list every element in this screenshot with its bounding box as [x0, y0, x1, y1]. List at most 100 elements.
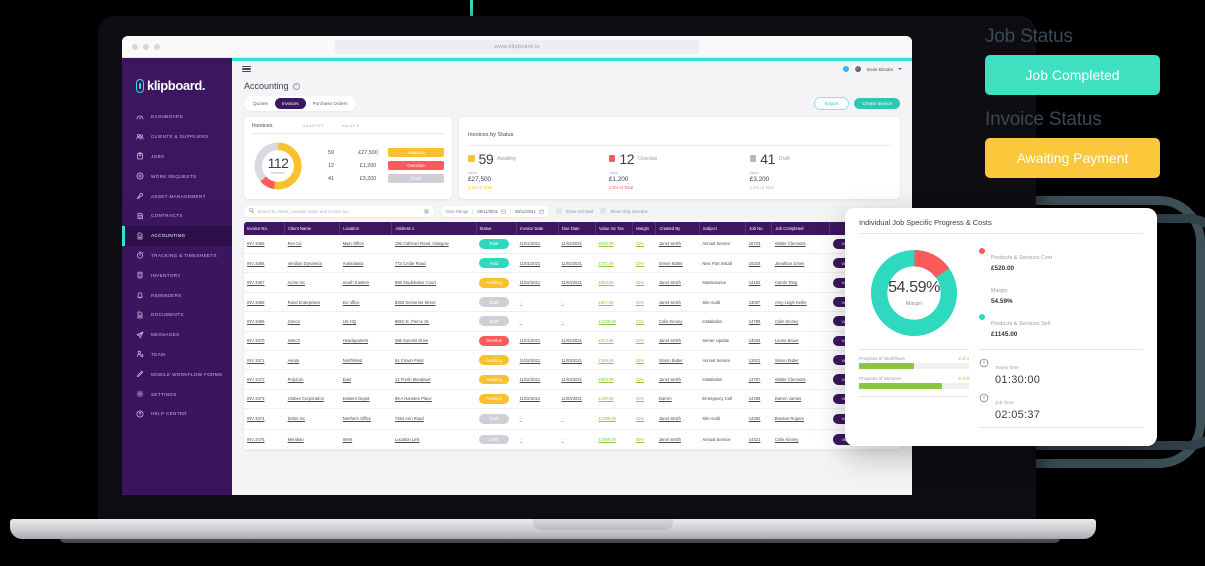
sidebar-item-accounting[interactable]: ACCOUNTING — [122, 225, 232, 246]
time-section: Travel Time 01:30:00 Job Time 02:05:37 — [979, 348, 1143, 434]
cell-location: US HQ — [339, 311, 392, 332]
search-input[interactable]: Search by Client, Location Name and Invo… — [244, 205, 434, 217]
tab-purchase-orders[interactable]: Purchase Orders — [306, 98, 355, 109]
header-buttons: Export Create Invoice — [814, 97, 900, 110]
avatar[interactable] — [853, 65, 862, 73]
cell-invoice-date: 11/01/2021 — [516, 253, 559, 274]
invoices-total-label: Invoices — [271, 171, 285, 176]
sidebar-item-label: REMINDERS — [151, 292, 182, 298]
cell-subject: Site Audit — [699, 408, 746, 430]
table-column-header[interactable]: Job No. — [745, 221, 773, 235]
sidebar-item-tracking-timesheets[interactable]: TRACKING & TIMESHEETS — [122, 246, 232, 266]
show-archived-checkbox[interactable]: Show Archived — [555, 208, 593, 215]
table-row[interactable]: INV 3471 Aviato NorthWest 54 Crown Point Awa… — [244, 350, 900, 371]
sidebar-item-settings[interactable]: SETTINGS — [122, 384, 232, 404]
sidebar-item-dashboard[interactable]: DASHBOARD — [122, 107, 232, 127]
table-column-header[interactable]: Due Date — [558, 221, 596, 235]
date-to[interactable]: 09/11/2021 — [510, 208, 544, 214]
status-color-swatch — [749, 155, 757, 162]
table-row[interactable]: INV 3466 Veridian Dynamics Australasia 773 … — [244, 253, 900, 274]
cell-client-name: PolyCon — [284, 369, 340, 390]
invoices-table-wrap: Invoice No. Client Name Location Address 1S… — [244, 221, 900, 451]
cell-invoice-no: INV 3470 — [244, 331, 285, 351]
cell-job-no: 15315 — [745, 253, 772, 274]
table-row[interactable]: INV 3468 Rand Enterprises EU office 8393 So… — [244, 292, 900, 313]
table-column-header[interactable]: Location — [339, 221, 393, 235]
sidebar-item-label: DOCUMENTS — [151, 312, 184, 318]
table-row[interactable]: INV 3472 PolyCon East 14 Fresh Meadows Await… — [244, 369, 900, 390]
cell-created-by: Darren — [655, 389, 700, 410]
status-label: Awaiting — [497, 155, 517, 162]
table-column-header[interactable]: Created By — [655, 221, 700, 235]
table-row[interactable]: INV 3469 Genco US HQ 865C E. Pierce St. Draf… — [244, 311, 900, 332]
url-bar[interactable]: www.klipboard.io — [334, 40, 700, 54]
table-column-header[interactable]: Job Completed — [771, 221, 831, 235]
sidebar-item-jobs[interactable]: JOBS — [122, 147, 232, 167]
table-row[interactable]: INV 3473 Globex Corporation Eastern Depot 9… — [244, 389, 900, 410]
show-only-overdue-checkbox[interactable]: Show Only Overdue — [600, 208, 648, 215]
progress-label: Progress of Workflows — [859, 355, 905, 361]
cell-invoice-no: INV 3473 — [244, 389, 285, 410]
table-column-header[interactable]: Margin — [632, 221, 657, 235]
notification-icon[interactable] — [842, 66, 849, 72]
table-column-header[interactable]: Invoice No. — [244, 221, 286, 235]
chevron-down-icon[interactable] — [898, 68, 902, 70]
cell-due-date: 11/02/2021 — [558, 234, 596, 255]
cell-value-inc-tax: £993.99 — [595, 272, 633, 293]
status-percent: 2.5% of Total — [608, 184, 633, 190]
cell-margin: 20% — [632, 292, 656, 313]
status-value: £1,200 — [608, 175, 629, 183]
hamburger-menu-icon[interactable] — [242, 65, 251, 73]
sidebar-item-team[interactable]: TEAM — [122, 345, 232, 365]
sidebar-item-mobile-workflow-forms[interactable]: MOBILE WORKFLOW FORMS — [122, 364, 232, 384]
close-icon[interactable] — [132, 43, 138, 50]
sidebar-item-contracts[interactable]: CONTRACTS — [122, 206, 232, 226]
sidebar-item-reminders[interactable]: REMINDERS — [122, 285, 232, 305]
cell-margin: 20% — [632, 253, 656, 274]
table-column-header[interactable]: Client Name — [284, 221, 341, 235]
cell-invoice-no: INV 3468 — [244, 292, 285, 313]
search-placeholder: Search by Client, Location Name and Invo… — [257, 208, 349, 214]
status-badge: Paid — [479, 258, 509, 269]
minimize-icon[interactable] — [143, 43, 149, 50]
maximize-icon[interactable] — [154, 43, 160, 50]
progress-section: Progress of Workflows 2 of 4 Progress of S… — [859, 348, 969, 434]
info-icon[interactable]: i — [292, 82, 300, 90]
export-button[interactable]: Export — [814, 97, 850, 110]
create-invoice-button[interactable]: Create Invoice — [854, 97, 900, 110]
table-column-header[interactable]: Address 1 — [391, 221, 477, 235]
window-controls[interactable] — [132, 43, 160, 50]
table-column-header[interactable]: Subject — [699, 221, 747, 235]
cell-location: East — [339, 369, 392, 390]
table-row[interactable]: INV 3467 Acme Inc South Eastern 998 Studeba… — [244, 272, 900, 293]
sidebar-item-work-requests[interactable]: WORK REQUESTS — [122, 166, 232, 186]
sidebar-item-inventory[interactable]: INVENTORY — [122, 265, 232, 285]
table-column-header[interactable]: Value Inc Tax — [595, 221, 634, 235]
table-row[interactable]: INV 3470 Initech Headquarters 285 Summit Dr… — [244, 331, 900, 351]
cell-status: Awaiting — [476, 389, 517, 410]
date-range-picker[interactable]: Date Range 09/11/2021 09/11/2021 — [441, 205, 549, 217]
tab-quotes[interactable]: Quotes — [246, 98, 275, 109]
cell-margin: 20% — [632, 369, 656, 390]
sidebar-item-clients-suppliers[interactable]: CLIENTS & SUPPLIERS — [122, 127, 232, 147]
sidebar-item-documents[interactable]: DOCUMENTS — [122, 305, 232, 325]
sidebar-item-asset-management[interactable]: ASSET MANAGEMENT — [122, 186, 232, 206]
cell-invoice-no: INV 3469 — [244, 311, 285, 332]
brand-logo[interactable]: klipboard. — [122, 68, 232, 107]
table-row[interactable]: INV 3465 Rev Co Main Office 196 Cathcart Ro… — [244, 234, 900, 255]
cell-value-inc-tax: £907.99 — [595, 292, 633, 313]
legend-value: £3,200 — [359, 175, 377, 182]
sidebar-item-messages[interactable]: MESSAGES — [122, 325, 232, 345]
table-row[interactable]: INV 3475 Meridian West Location Link Draft – –… — [244, 429, 900, 451]
table-row[interactable]: INV 3474 Delos Inc Northern Office 7484 Ann… — [244, 408, 900, 430]
time-value: 01:30:00 — [995, 373, 1041, 386]
date-from[interactable]: 09/11/2021 — [472, 208, 506, 214]
cell-client-name: Meridian — [284, 429, 340, 451]
sidebar-item-help-center[interactable]: HELP CENTER — [122, 404, 232, 424]
table-column-header[interactable]: Status — [476, 221, 518, 235]
help-circle-icon — [136, 410, 144, 418]
cell-due-date: – — [558, 292, 596, 313]
tab-invoices[interactable]: Invoices — [274, 98, 306, 109]
table-column-header[interactable]: Invoice Date — [516, 221, 559, 235]
clear-icon[interactable] — [424, 208, 429, 214]
